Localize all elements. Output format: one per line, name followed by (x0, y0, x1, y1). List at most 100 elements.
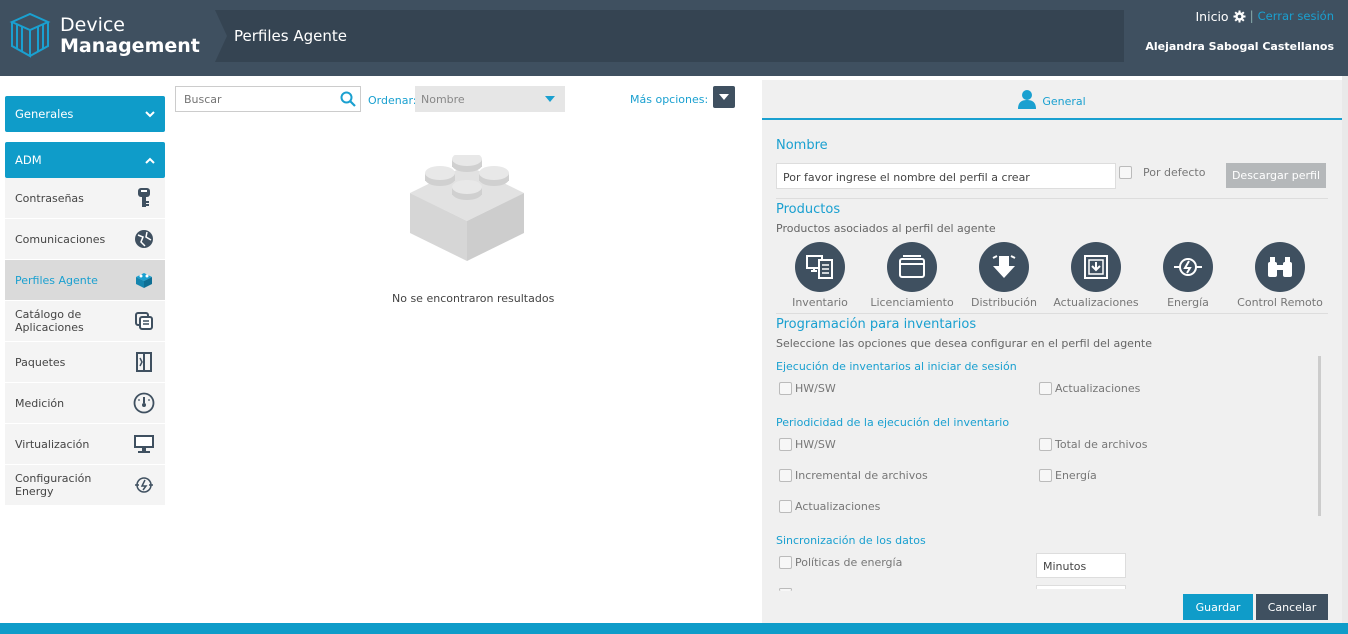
product-energia[interactable]: Energía (1142, 242, 1234, 309)
sidebar-item-comunicaciones[interactable]: Comunicaciones (5, 219, 165, 260)
user-area: Inicio | Cerrar sesión Alejandra Sabogal… (1145, 8, 1334, 54)
sidebar-item-label: Paquetes (15, 355, 66, 369)
sidebar-item-medicion[interactable]: Medición (5, 383, 165, 424)
profile-panel: General Nombre Por favor ingrese el nomb… (762, 80, 1342, 625)
energy-icon (133, 474, 155, 496)
logo-icon (9, 12, 51, 58)
divider (776, 313, 1328, 314)
accordion-adm-label: ADM (15, 153, 42, 167)
adm-menu: Contraseñas Comunicaciones Perfiles Agen… (5, 178, 165, 506)
accordion-adm[interactable]: ADM (5, 142, 165, 178)
accordion-generales[interactable]: Generales (5, 96, 165, 132)
gear-icon[interactable] (1233, 10, 1246, 23)
sidebar-item-label: Comunicaciones (15, 232, 106, 246)
page-title: Perfiles Agente (234, 27, 347, 45)
schedule-section-title: Programación para inventarios (776, 317, 977, 332)
energy-icon (1163, 242, 1213, 292)
apps-icon (133, 310, 155, 332)
product-label: Distribución (971, 296, 1037, 309)
sync-title: Sincronización de los datos (776, 534, 926, 547)
sidebar-item-label: Configuración Energy (15, 472, 92, 498)
sync-energy-policies-checkbox[interactable] (779, 556, 792, 569)
period-title: Periodicidad de la ejecución del inventa… (776, 416, 1010, 429)
download-profile-button[interactable]: Descargar perfil (1226, 163, 1326, 188)
sync-energy-policies-label: Políticas de energía (795, 556, 903, 569)
gauge-icon (133, 392, 155, 414)
order-select[interactable]: Nombre (415, 86, 565, 112)
period-incremental-checkbox[interactable] (779, 469, 792, 482)
sidebar-item-label: Catálogo de Aplicaciones (15, 308, 84, 334)
product-label: Energía (1167, 296, 1209, 309)
home-link[interactable]: Inicio (1196, 9, 1229, 24)
name-section-title: Nombre (776, 138, 828, 153)
user-name: Alejandra Sabogal Castellanos (1145, 40, 1334, 53)
default-checkbox[interactable] (1119, 166, 1132, 179)
login-hwsw-label: HW/SW (795, 382, 836, 395)
period-hwsw-checkbox[interactable] (779, 438, 792, 451)
sidebar-item-catalogo[interactable]: Catálogo de Aplicaciones (5, 301, 165, 342)
save-button[interactable]: Guardar (1183, 594, 1253, 620)
right-edge (1342, 76, 1348, 623)
product-licenciamiento[interactable]: Licenciamiento (866, 242, 958, 309)
divider (776, 198, 1328, 199)
schedule-subtitle: Seleccione las opciones que desea config… (776, 337, 1153, 350)
sidebar-item-label: Virtualización (15, 437, 90, 451)
minutes-input[interactable]: Minutos (1036, 553, 1126, 578)
sidebar-item-configuracion-energy[interactable]: Configuración Energy (5, 465, 165, 506)
accordion-generales-label: Generales (15, 107, 74, 121)
caret-down-icon (719, 94, 729, 100)
order-select-value: Nombre (421, 93, 465, 106)
product-label: Inventario (792, 296, 848, 309)
product-actualizaciones[interactable]: Actualizaciones (1050, 242, 1142, 309)
cancel-button[interactable]: Cancelar (1256, 594, 1328, 620)
product-distribucion[interactable]: Distribución (958, 242, 1050, 309)
period-total-files-label: Total de archivos (1055, 438, 1148, 451)
login-updates-label: Actualizaciones (1055, 382, 1141, 395)
app-title-line1: Device (60, 14, 125, 36)
product-inventario[interactable]: Inventario (774, 242, 866, 309)
user-icon (1018, 90, 1037, 109)
period-updates-checkbox[interactable] (779, 500, 792, 513)
logout-link[interactable]: Cerrar sesión (1258, 9, 1334, 23)
products-subtitle: Productos asociados al perfil del agente (776, 222, 996, 235)
inventory-icon (795, 242, 845, 292)
scrollbar[interactable] (1318, 356, 1321, 516)
minutes-input-2[interactable] (1036, 585, 1126, 589)
chevron-down-icon (145, 110, 155, 117)
chevron-up-icon (145, 157, 155, 164)
cube-icon (133, 269, 155, 291)
sidebar-item-virtualizacion[interactable]: Virtualización (5, 424, 165, 465)
profile-name-field[interactable]: Por favor ingrese el nombre del perfil a… (776, 163, 1116, 189)
search-box (175, 86, 361, 112)
app-logo[interactable]: Device Management (8, 12, 200, 62)
sidebar-item-contrasenas[interactable]: Contraseñas (5, 178, 165, 219)
default-label: Por defecto (1143, 166, 1206, 179)
header-band (215, 10, 1124, 62)
login-updates-checkbox[interactable] (1039, 382, 1052, 395)
empty-lego-icon (410, 152, 525, 267)
product-label: Control Remoto (1237, 296, 1323, 309)
period-energy-checkbox[interactable] (1039, 469, 1052, 482)
login-hwsw-checkbox[interactable] (779, 382, 792, 395)
bottom-bar (0, 623, 1348, 634)
next-checkbox[interactable] (779, 588, 792, 591)
sidebar-item-label: Medición (15, 396, 65, 410)
empty-results-text: No se encontraron resultados (392, 292, 555, 305)
period-updates-label: Actualizaciones (795, 500, 881, 513)
key-icon (133, 187, 155, 209)
period-total-files-checkbox[interactable] (1039, 438, 1052, 451)
product-control-remoto[interactable]: Control Remoto (1234, 242, 1326, 309)
period-energy-label: Energía (1055, 469, 1097, 482)
app-title-line2: Management (60, 35, 200, 57)
sidebar-item-paquetes[interactable]: Paquetes (5, 342, 165, 383)
more-options-button[interactable] (713, 86, 735, 108)
search-icon[interactable] (340, 91, 356, 111)
distribution-icon (979, 242, 1029, 292)
search-input[interactable] (176, 87, 326, 111)
updates-icon (1071, 242, 1121, 292)
sidebar-item-perfiles-agente[interactable]: Perfiles Agente (5, 260, 165, 301)
tab-general[interactable]: General (762, 80, 1342, 120)
period-hwsw-label: HW/SW (795, 438, 836, 451)
products-section-title: Productos (776, 202, 841, 217)
license-icon (887, 242, 937, 292)
